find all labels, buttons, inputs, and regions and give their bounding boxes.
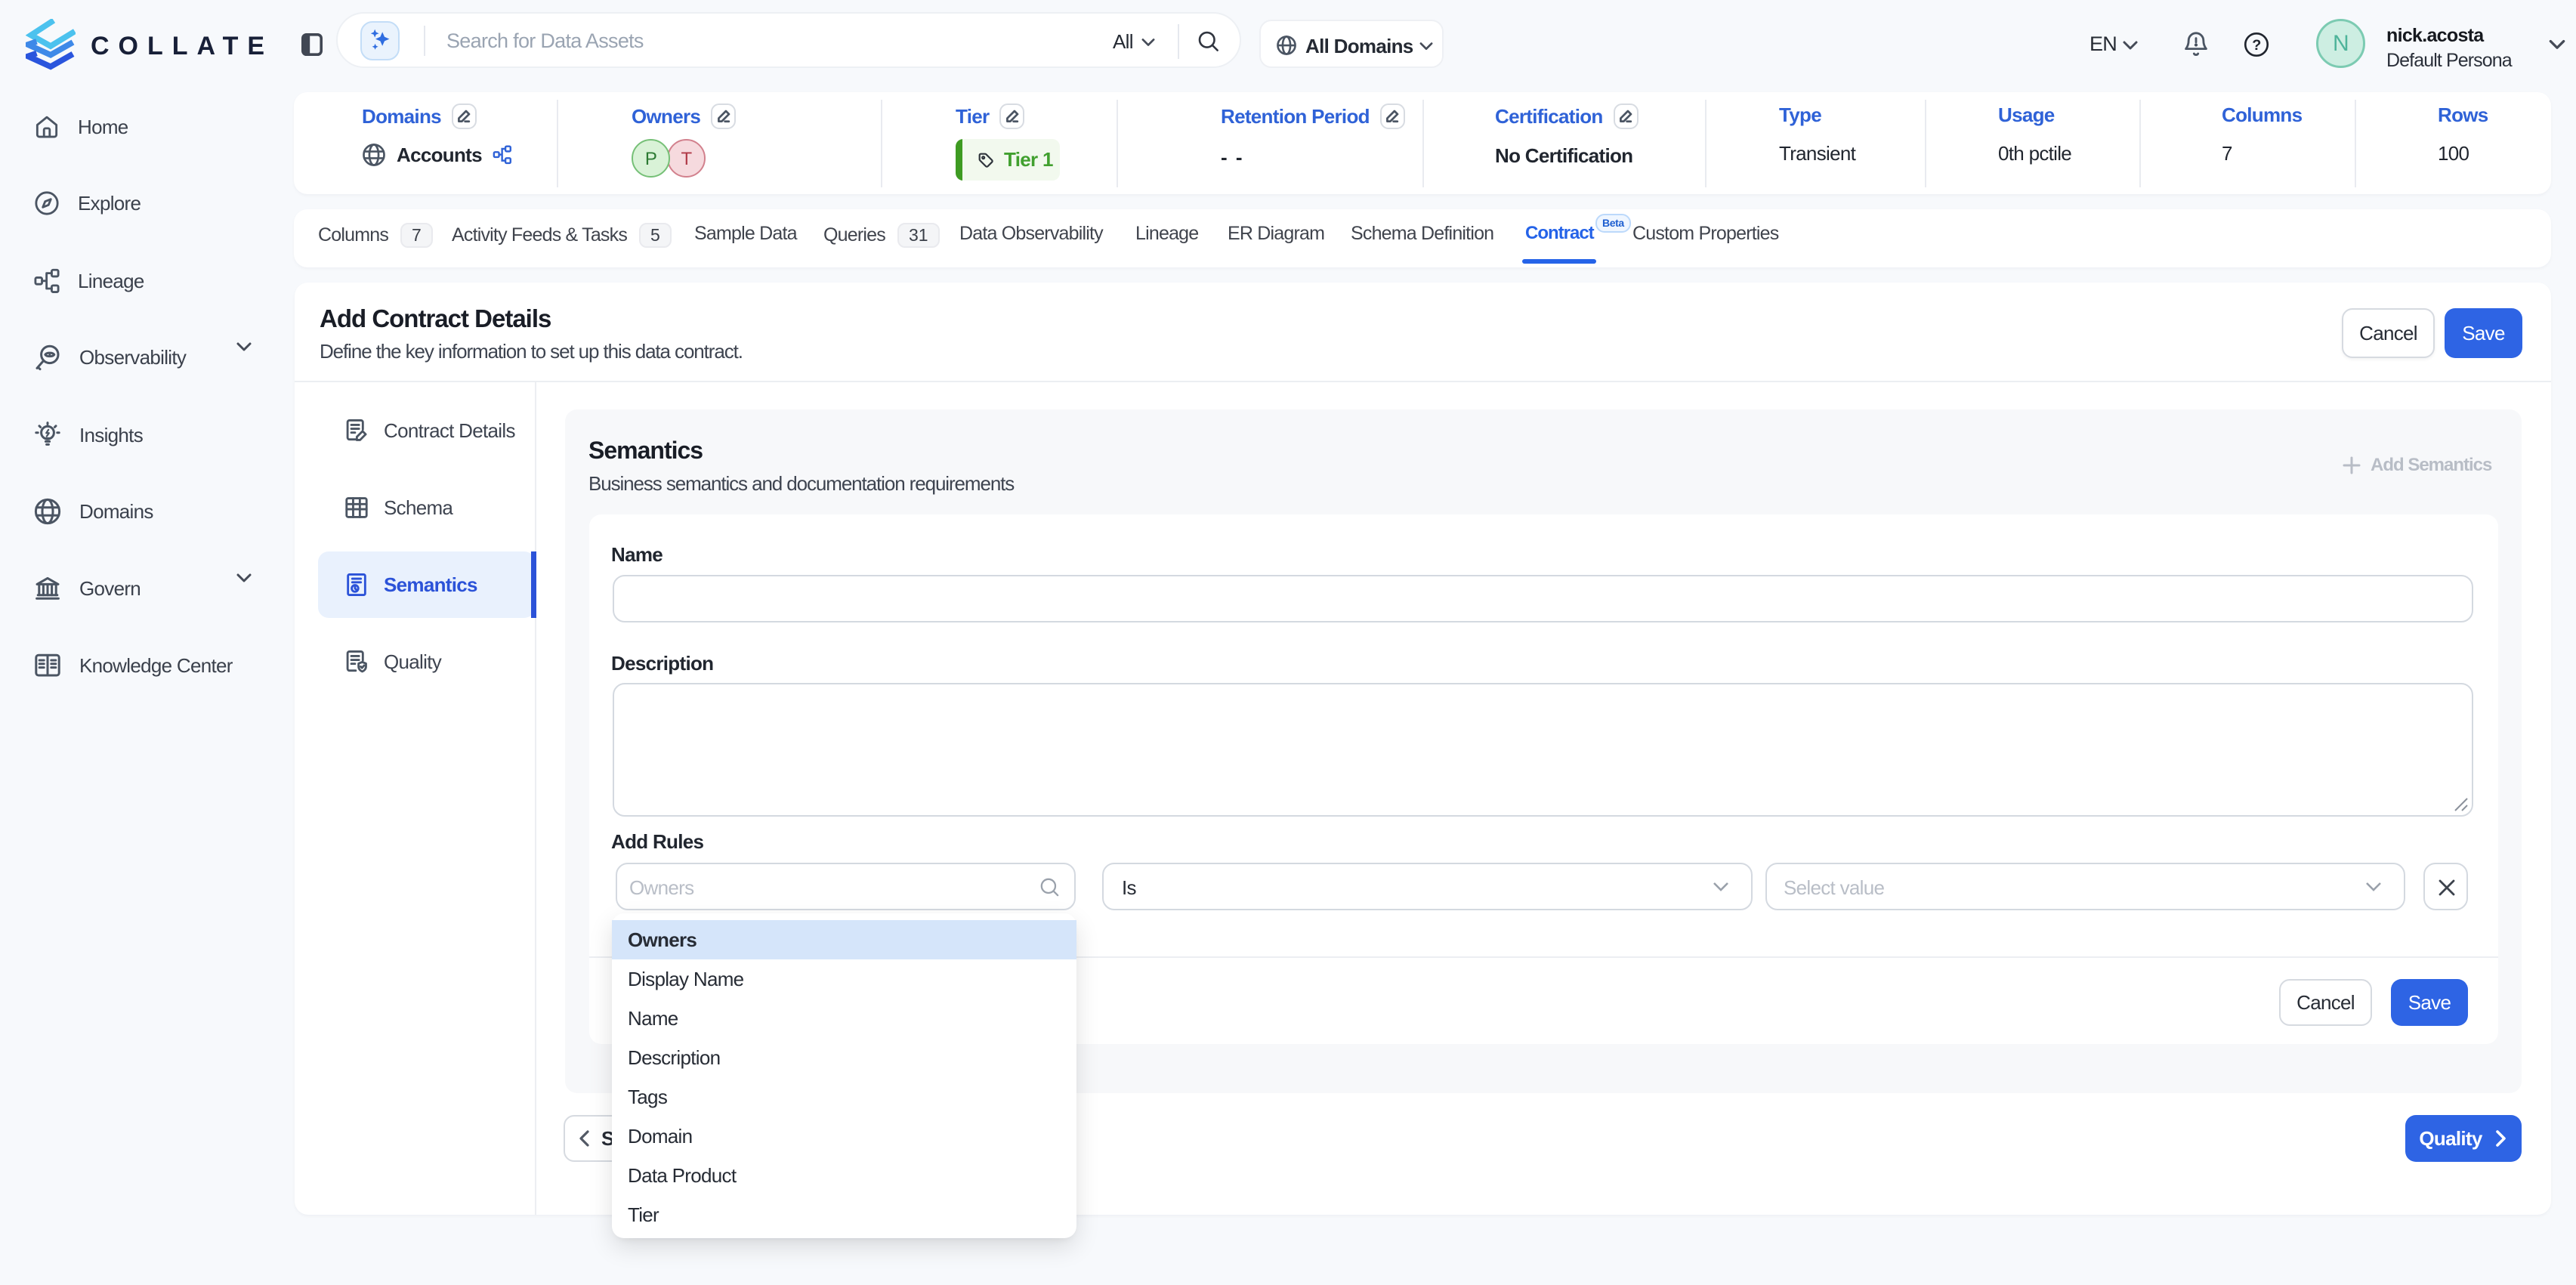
svg-text:?: ? — [2252, 37, 2260, 54]
